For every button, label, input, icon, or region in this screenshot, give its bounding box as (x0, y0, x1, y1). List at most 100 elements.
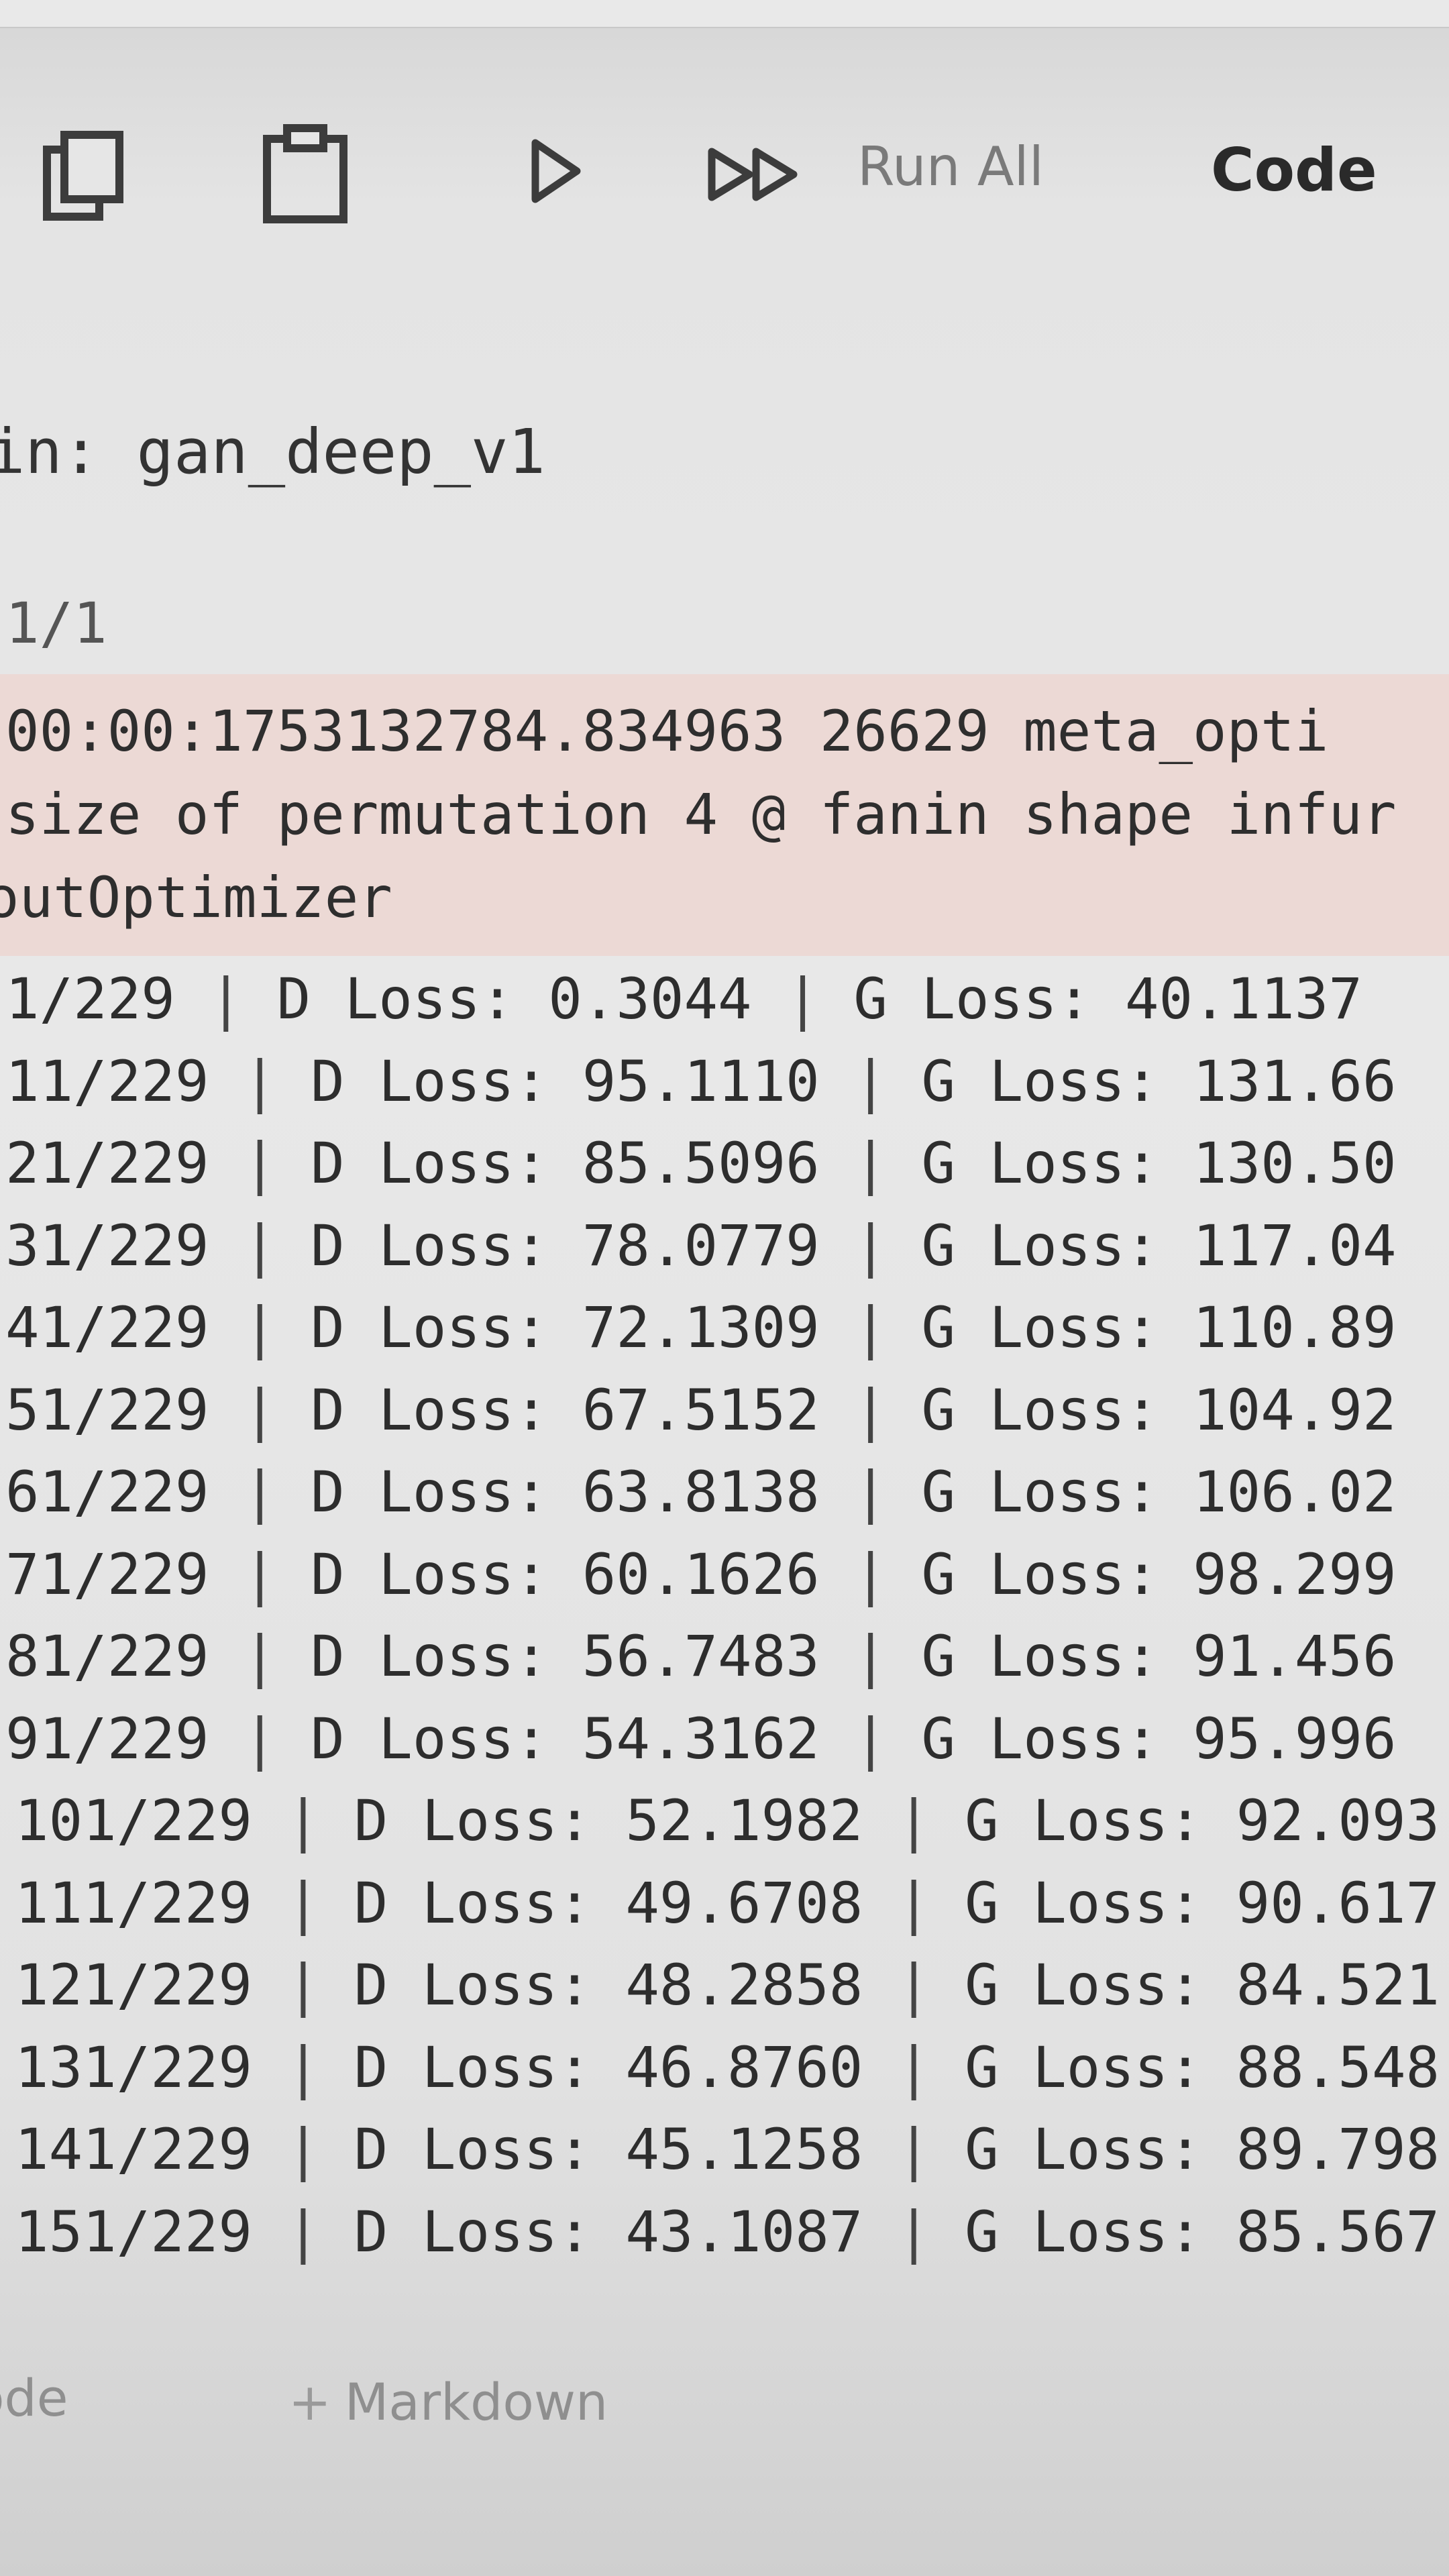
separator: | (174, 966, 277, 1032)
d-loss-value: 60.1626 (582, 1541, 820, 1607)
stderr-line: 00:00:1753132784.834963 26629 meta_opti (5, 698, 1329, 764)
g-loss-value: 130.50 (1193, 1130, 1397, 1196)
window-top-edge (0, 0, 1449, 28)
separator: | (863, 1952, 965, 2018)
g-loss-value: 88.548 (1236, 2034, 1440, 2100)
d-loss-label: D Loss: (311, 1705, 549, 1772)
d-loss-label: D Loss: (311, 1212, 549, 1279)
separator: | (252, 2281, 354, 2288)
log-row: 111/229 | D Loss: 49.6708 | G Loss: 90.6… (15, 1870, 1440, 1936)
separator: | (819, 1295, 922, 1360)
separator: | (863, 1870, 965, 1936)
g-loss-label: G Loss: (921, 1130, 1159, 1196)
d-loss-value: 54.3162 (582, 1705, 820, 1772)
run-all-button[interactable]: Run All (857, 136, 1044, 198)
d-loss-label: D Loss: (354, 1952, 592, 2018)
d-loss-label: D Loss: (311, 1295, 549, 1360)
g-loss-label: G Loss: (921, 1377, 1159, 1443)
log-row: 51/229 | D Loss: 67.5152 | G Loss: 104.9… (5, 1377, 1397, 1443)
g-loss-label: G Loss: (921, 1048, 1159, 1114)
add-code-cell-button[interactable]: ode (0, 2368, 68, 2428)
log-row: 101/229 | D Loss: 52.1982 | G Loss: 92.0… (15, 1788, 1440, 1854)
g-loss-label: G Loss: (853, 966, 1091, 1032)
separator: | (209, 1295, 311, 1360)
add-cell-bar: ode +Markdown (0, 2348, 1449, 2482)
g-loss-value: 92.093 (1236, 1788, 1440, 1854)
g-loss-label: G Loss: (965, 2034, 1203, 2100)
g-loss-label: G Loss: (965, 2281, 1202, 2288)
step-counter: 61/229 (5, 1459, 209, 1525)
step-counter: 111/229 (15, 1870, 253, 1936)
paste-icon[interactable] (262, 124, 349, 225)
d-loss-value: 56.7483 (582, 1623, 820, 1689)
separator: | (209, 1541, 311, 1607)
d-loss-value: 85.5096 (582, 1130, 820, 1196)
separator: | (863, 1788, 965, 1854)
kernel-name: in: gan_deep_v1 (0, 416, 545, 488)
d-loss-value: 67.5152 (582, 1377, 820, 1443)
cell-type-selector[interactable]: Code (1211, 136, 1377, 205)
g-loss-label: G Loss: (921, 1705, 1159, 1772)
separator: | (819, 1623, 922, 1689)
d-loss-label: D Loss: (354, 1788, 592, 1854)
separator: | (252, 2034, 354, 2100)
g-loss-value: 91.456 (1193, 1623, 1397, 1689)
separator: | (819, 1377, 922, 1443)
separator: | (209, 1459, 311, 1525)
stderr-line: outOptimizer (0, 865, 392, 930)
g-loss-value: 40.1137 (1124, 966, 1362, 1032)
separator: | (819, 1705, 922, 1772)
separator: | (819, 1459, 922, 1525)
separator: | (252, 1870, 354, 1936)
training-log-output: 1/229 | D Loss: 0.3044 | G Loss: 40.1137… (0, 959, 1449, 2288)
g-loss-label: G Loss: (965, 1788, 1203, 1854)
separator: | (209, 1212, 311, 1279)
step-counter: 101/229 (15, 1788, 253, 1854)
g-loss-value: 85.567 (1236, 2198, 1440, 2265)
g-loss-value: 106.02 (1193, 1459, 1397, 1525)
log-row: 141/229 | D Loss: 45.1258 | G Loss: 89.7… (15, 2116, 1440, 2182)
separator: | (209, 1705, 311, 1772)
run-cell-icon[interactable] (530, 138, 584, 205)
g-loss-label: G Loss: (965, 1870, 1203, 1936)
step-counter: 71/229 (5, 1541, 209, 1607)
step-counter: 81/229 (5, 1623, 209, 1689)
add-markdown-cell-button[interactable]: + Markdown (288, 2372, 608, 2432)
d-loss-label: D Loss: (354, 2116, 592, 2182)
log-row: 61/229 | D Loss: 63.8138 | G Loss: 106.0… (5, 1459, 1397, 1525)
log-row: 21/229 | D Loss: 85.5096 | G Loss: 130.5… (5, 1130, 1397, 1196)
d-loss-value: 95.1110 (582, 1048, 820, 1114)
d-loss-value: 46.8760 (625, 2034, 863, 2100)
step-counter: 31/229 (5, 1212, 209, 1279)
step-counter: 141/229 (15, 2116, 253, 2182)
separator: | (252, 2198, 354, 2265)
step-counter: 131/229 (15, 2034, 253, 2100)
markdown-label: Markdown (344, 2372, 608, 2432)
separator: | (252, 1788, 354, 1854)
separator: | (863, 2281, 965, 2288)
run-all-icon[interactable] (708, 148, 808, 201)
copy-icon[interactable] (40, 131, 127, 225)
separator: | (209, 1377, 311, 1443)
separator: | (209, 1048, 311, 1114)
